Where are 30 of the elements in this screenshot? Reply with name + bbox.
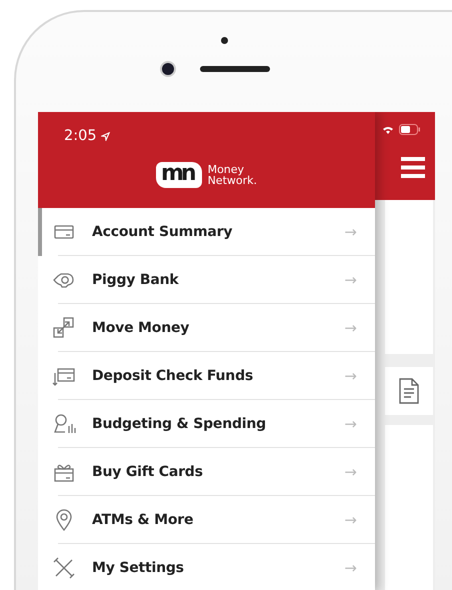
arrow-icon: → xyxy=(344,367,357,385)
logo-text: Money xyxy=(208,164,244,175)
budget-icon xyxy=(52,412,76,436)
logo-mark: mn xyxy=(156,162,202,188)
battery-icon xyxy=(399,124,421,135)
arrow-icon: → xyxy=(344,511,357,529)
status-time: 2:05 xyxy=(64,128,97,144)
menu-item[interactable]: Budgeting & Spending → xyxy=(38,400,375,448)
menu-item[interactable]: Deposit Check Funds → xyxy=(38,352,375,400)
speaker-icon xyxy=(200,66,270,72)
arrow-icon: → xyxy=(344,559,357,577)
arrow-icon: → xyxy=(344,271,357,289)
sensor-icon xyxy=(220,37,228,44)
arrow-icon: → xyxy=(344,319,357,337)
menu-item[interactable]: ATMs & More → xyxy=(38,496,375,544)
arrow-icon: → xyxy=(344,223,357,241)
logo-text: Network. xyxy=(208,175,258,186)
menu-icon[interactable] xyxy=(401,157,425,178)
menu-item[interactable]: My Settings → xyxy=(38,544,375,590)
document-icon xyxy=(398,378,420,404)
arrow-icon: → xyxy=(344,463,357,481)
location-arrow-icon xyxy=(100,132,110,140)
menu-item[interactable]: Account Summary → xyxy=(38,208,375,256)
arrows-icon xyxy=(52,316,76,340)
menu-item[interactable]: Move Money → xyxy=(38,304,375,352)
arrow-icon: → xyxy=(344,415,357,433)
menu-item[interactable]: Piggy Bank → xyxy=(38,256,375,304)
wifi-icon xyxy=(383,126,393,134)
camera-icon xyxy=(160,61,176,77)
menu-item[interactable]: Buy Gift Cards → xyxy=(38,448,375,496)
